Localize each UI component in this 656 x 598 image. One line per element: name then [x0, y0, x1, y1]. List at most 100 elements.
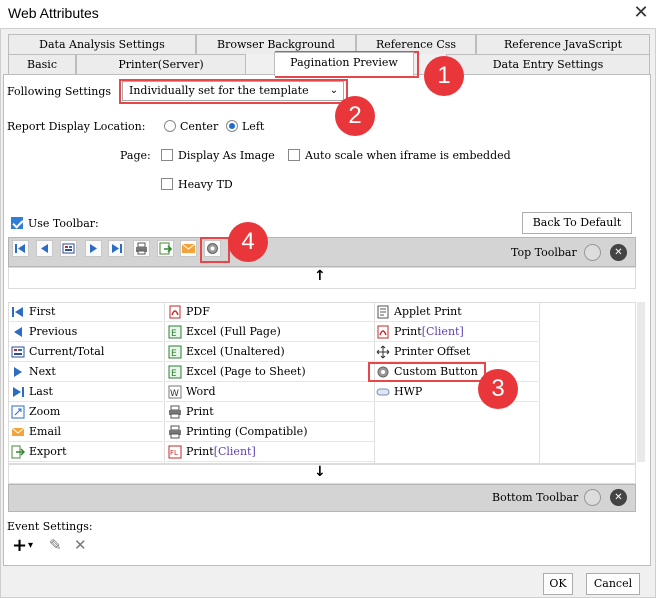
toolbar-option-next[interactable]: Next	[9, 362, 163, 382]
toolbar-option-label: Excel (Page to Sheet)	[186, 362, 306, 382]
tab-data-entry-settings[interactable]: Data Entry Settings	[446, 54, 650, 74]
print-client-icon: FL	[168, 445, 182, 459]
toolbar-option-text: Word	[186, 385, 216, 398]
move-down-arrow-icon[interactable]: ↓	[314, 464, 326, 480]
annotation-box-4	[200, 237, 230, 263]
heavy-td-checkbox[interactable]	[161, 178, 173, 190]
toolbar-option-print[interactable]: Print	[166, 402, 374, 422]
current-total-icon[interactable]	[60, 240, 77, 257]
toolbar-option-excel-unaltered[interactable]: E Excel (Unaltered)	[166, 342, 374, 362]
pdf-print-client-icon	[376, 325, 390, 339]
next-page-icon[interactable]	[85, 240, 102, 257]
toolbar-option-printer-offset[interactable]: Printer Offset	[374, 342, 538, 362]
toolbar-option-text: HWP	[394, 385, 423, 398]
tab-printer-server[interactable]: Printer(Server)	[76, 54, 246, 74]
toolbar-option-last[interactable]: Last	[9, 382, 163, 402]
left-radio-label: Left	[242, 120, 265, 133]
auto-scale-checkbox[interactable]	[288, 149, 300, 161]
bottom-toolbar-settings-gear-icon[interactable]	[584, 489, 601, 506]
auto-scale-label: Auto scale when iframe is embedded	[305, 149, 511, 162]
toolbar-option-text: Export	[29, 445, 67, 458]
toolbar-option-current-total[interactable]: Current/Total	[9, 342, 163, 362]
tab-pagination-preview[interactable]: Pagination Preview	[274, 52, 414, 76]
use-toolbar-checkbox[interactable]	[11, 217, 23, 229]
applet-print-icon	[376, 305, 390, 319]
next-icon	[11, 365, 25, 379]
export-icon[interactable]	[157, 240, 174, 257]
toolbar-option-word[interactable]: W Word	[166, 382, 374, 402]
toolbar-option-zoom[interactable]: Zoom	[9, 402, 163, 422]
add-event-icon[interactable]: +	[12, 535, 27, 556]
display-as-image-label: Display As Image	[178, 149, 275, 162]
toolbar-option-label: Current/Total	[29, 342, 104, 362]
svg-text:E: E	[171, 349, 177, 359]
toolbar-option-label: Print	[186, 402, 214, 422]
window-close-button[interactable]: ✕	[630, 2, 652, 24]
bottom-toolbar-remove-icon[interactable]: ✕	[610, 489, 627, 506]
email-icon[interactable]	[180, 240, 197, 257]
window-title: Web Attributes	[8, 5, 99, 21]
event-settings-label: Event Settings:	[7, 520, 93, 533]
word-icon: W	[168, 385, 182, 399]
move-up-arrow-icon[interactable]: ↑	[314, 268, 326, 284]
toolbar-option-text: PDF	[186, 305, 210, 318]
toolbar-option-text: Zoom	[29, 405, 61, 418]
toolbar-option-first[interactable]: First	[9, 302, 163, 322]
toolbar-option-label: Excel (Unaltered)	[186, 342, 285, 362]
current-total-icon	[11, 345, 25, 359]
ok-button[interactable]: OK	[543, 573, 573, 595]
toolbar-option-excel-page-to-sheet[interactable]: E Excel (Page to Sheet)	[166, 362, 374, 382]
annotation-badge-3: 3	[478, 369, 518, 409]
previous-icon	[11, 325, 25, 339]
left-radio[interactable]	[226, 120, 238, 132]
toolbar-option-export[interactable]: Export	[9, 442, 163, 462]
toolbar-option-excel-full-page[interactable]: E Excel (Full Page)	[166, 322, 374, 342]
tab-reference-javascript[interactable]: Reference JavaScript	[476, 34, 650, 54]
toolbar-option-label: Printer Offset	[394, 342, 470, 362]
annotation-badge-4: 4	[228, 222, 268, 262]
excel-icon: E	[168, 365, 182, 379]
cancel-button[interactable]: Cancel	[586, 573, 640, 595]
back-to-default-button[interactable]: Back To Default	[522, 212, 632, 234]
toolbar-option-text: Next	[29, 365, 56, 378]
toolbar-option-pdf[interactable]: PDF	[166, 302, 374, 322]
last-icon	[11, 385, 25, 399]
center-radio-label: Center	[180, 120, 219, 133]
page-label: Page:	[120, 149, 151, 162]
top-toolbar-settings-gear-icon[interactable]	[584, 244, 601, 261]
toolbar-option-label: Last	[29, 382, 53, 402]
print-icon[interactable]	[133, 240, 150, 257]
toolbar-option-previous[interactable]: Previous	[9, 322, 163, 342]
toolbar-option-applet-print[interactable]: Applet Print	[374, 302, 538, 322]
toolbar-option-email[interactable]: Email	[9, 422, 163, 442]
last-page-icon[interactable]	[108, 240, 125, 257]
toolbar-option-print[interactable]: FL Print[Client]	[166, 442, 374, 462]
svg-text:E: E	[171, 369, 177, 379]
email-icon	[11, 425, 25, 439]
previous-page-icon[interactable]	[36, 240, 53, 257]
following-settings-label: Following Settings	[7, 85, 112, 98]
toolbar-option-label: Zoom	[29, 402, 60, 422]
first-page-icon[interactable]	[12, 240, 29, 257]
toolbar-option-label: Print[Client]	[394, 322, 464, 342]
tab-basic[interactable]: Basic	[8, 54, 76, 74]
toolbar-option-text: Excel (Unaltered)	[186, 345, 285, 358]
add-event-dropdown-icon[interactable]: ▾	[28, 540, 33, 551]
annotation-badge-2: 2	[335, 96, 375, 136]
grid-scrollbar[interactable]	[637, 302, 645, 462]
toolbar-option-label: HWP	[394, 382, 422, 402]
top-toolbar-remove-icon[interactable]: ✕	[610, 244, 627, 261]
center-radio[interactable]	[164, 120, 176, 132]
toolbar-option-print[interactable]: Print[Client]	[374, 322, 538, 342]
toolbar-option-label: Previous	[29, 322, 77, 342]
title-bar: Web Attributes ✕	[0, 0, 656, 28]
edit-event-icon[interactable]: ✎	[49, 536, 62, 554]
toolbar-option-text: Excel (Full Page)	[186, 325, 281, 338]
hwp-icon	[376, 385, 390, 399]
delete-event-icon[interactable]: ✕	[74, 536, 87, 554]
export-icon	[11, 445, 26, 459]
tab-data-analysis-settings[interactable]: Data Analysis Settings	[8, 34, 196, 54]
display-as-image-checkbox[interactable]	[161, 149, 173, 161]
toolbar-option-printing-compatible[interactable]: Printing (Compatible)	[166, 422, 374, 442]
toolbar-option-suffix: [Client]	[213, 445, 256, 458]
